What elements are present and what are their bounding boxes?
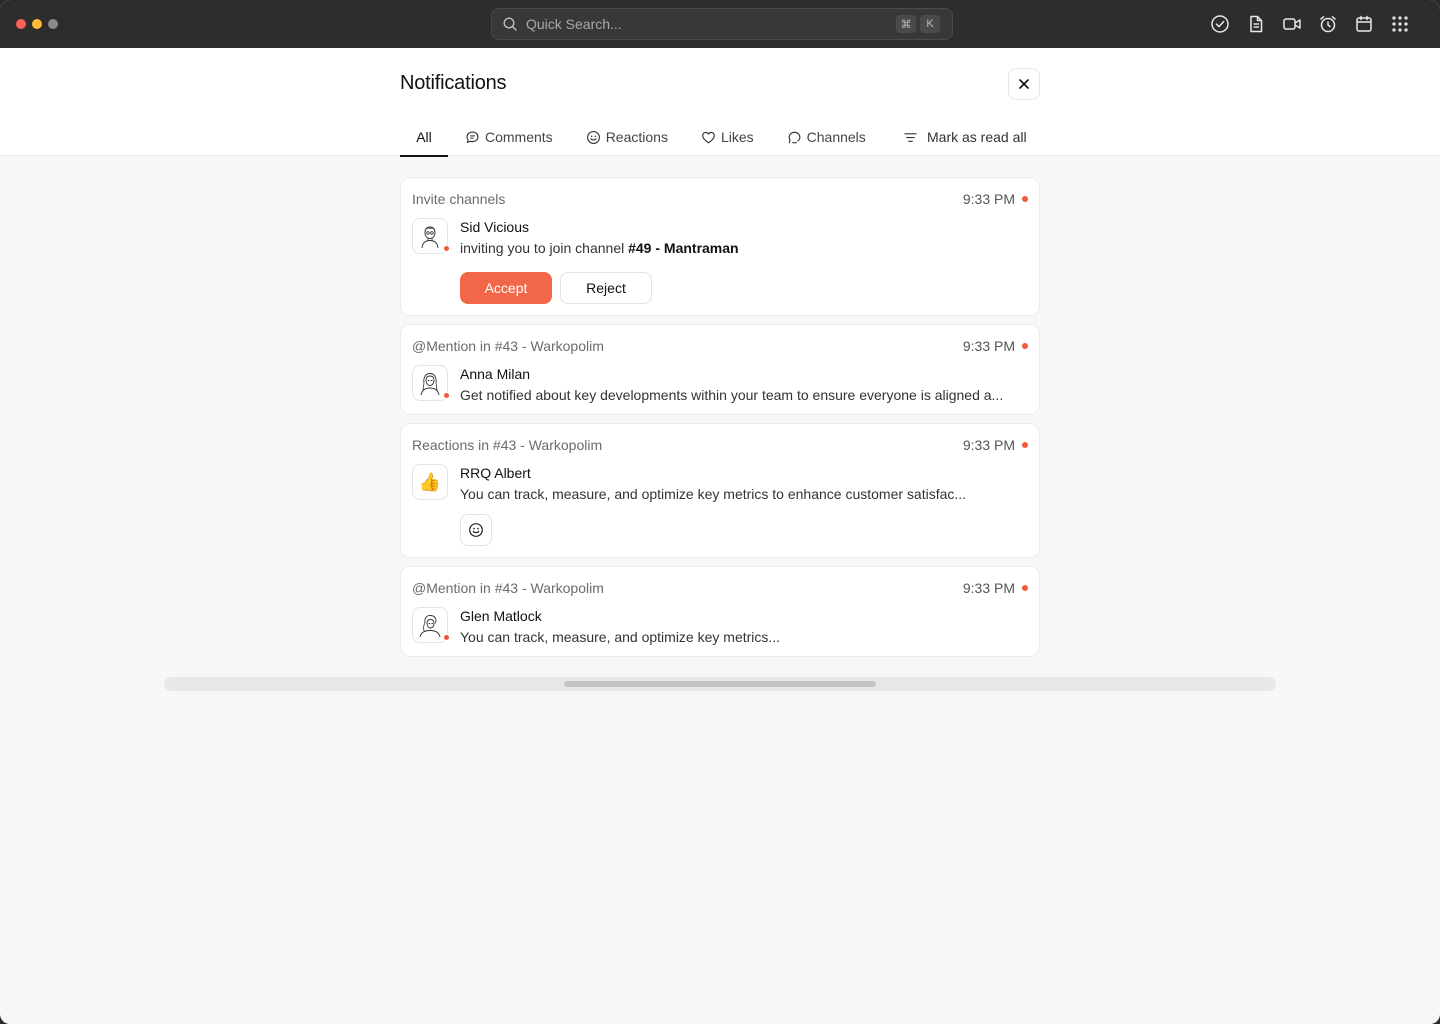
unread-dot bbox=[1022, 343, 1028, 349]
scrollbar-thumb[interactable] bbox=[564, 681, 876, 687]
meeting-button[interactable] bbox=[1280, 12, 1304, 36]
close-button[interactable] bbox=[1008, 68, 1040, 100]
check-circle-icon bbox=[1211, 15, 1229, 33]
minimize-window-button[interactable] bbox=[32, 19, 42, 29]
tab-label: Channels bbox=[806, 129, 866, 145]
notification-context: @Mention in #43 - Warkopolim bbox=[412, 580, 604, 596]
sender-name: Sid Vicious bbox=[460, 219, 530, 235]
time-wrap: 9:33 PM bbox=[963, 580, 1028, 596]
filter-lines-icon bbox=[904, 132, 917, 142]
document-icon bbox=[1250, 15, 1263, 33]
tab-all[interactable]: All bbox=[400, 118, 448, 157]
notification-card[interactable]: @Mention in #43 - Warkopolim 9:33 PM Gle… bbox=[400, 566, 1040, 657]
notification-card[interactable]: Invite channels 9:33 PM Sid Vicious invi… bbox=[400, 177, 1040, 316]
notification-time: 9:33 PM bbox=[962, 191, 1015, 207]
calendar-icon bbox=[1356, 15, 1372, 32]
horizontal-scrollbar[interactable] bbox=[164, 677, 1276, 691]
notification-card[interactable]: Reactions in #43 - Warkopolim 9:33 PM 👍 … bbox=[400, 423, 1040, 558]
tab-label: Likes bbox=[720, 129, 754, 145]
add-reaction-button[interactable] bbox=[460, 514, 492, 546]
avatar bbox=[412, 607, 450, 643]
search-icon bbox=[503, 17, 517, 31]
search-placeholder: Quick Search... bbox=[526, 16, 622, 32]
page-title: Notifications bbox=[400, 72, 507, 94]
notifications-header: Notifications All Comments Reactions Lik… bbox=[0, 48, 1440, 157]
unread-dot bbox=[1022, 196, 1028, 202]
window-controls bbox=[16, 19, 58, 29]
search-shortcut: ⌘ K bbox=[896, 15, 940, 33]
notification-context: Invite channels bbox=[412, 191, 506, 207]
time-wrap: 9:33 PM bbox=[963, 338, 1028, 354]
app-window: Quick Search... ⌘ K Notifications All Co… bbox=[0, 0, 1440, 1024]
card-header: Invite channels 9:33 PM bbox=[412, 190, 1028, 208]
online-status-dot bbox=[443, 634, 450, 641]
channel-icon bbox=[788, 131, 801, 143]
message-text: inviting you to join channel bbox=[460, 240, 629, 256]
channel-name[interactable]: #49 - Mantraman bbox=[628, 240, 738, 256]
smile-add-icon bbox=[469, 523, 483, 537]
sender-name: RRQ Albert bbox=[460, 465, 531, 481]
apps-grid-icon bbox=[1392, 16, 1408, 32]
k-key: K bbox=[920, 15, 940, 33]
card-header: @Mention in #43 - Warkopolim 9:33 PM bbox=[412, 337, 1028, 355]
reminders-button[interactable] bbox=[1316, 12, 1340, 36]
notification-context: Reactions in #43 - Warkopolim bbox=[412, 437, 603, 453]
sender-name: Anna Milan bbox=[460, 366, 531, 382]
notification-time: 9:33 PM bbox=[962, 437, 1015, 453]
comment-icon bbox=[466, 131, 479, 143]
person-illustration-icon bbox=[421, 226, 439, 249]
close-icon bbox=[1019, 79, 1029, 89]
tab-label: Comments bbox=[485, 129, 553, 145]
accept-button[interactable]: Accept bbox=[460, 272, 552, 304]
notification-tabs: All Comments Reactions Likes Channels bbox=[400, 118, 866, 157]
tab-reactions[interactable]: Reactions bbox=[586, 118, 668, 156]
quick-search-input[interactable]: Quick Search... ⌘ K bbox=[491, 8, 953, 40]
notification-time: 9:33 PM bbox=[962, 338, 1015, 354]
notification-context: @Mention in #43 - Warkopolim bbox=[412, 338, 604, 354]
thumbs-up-icon: 👍 bbox=[418, 471, 442, 492]
card-header: Reactions in #43 - Warkopolim 9:33 PM bbox=[412, 436, 1028, 454]
title-bar: Quick Search... ⌘ K bbox=[0, 0, 1440, 48]
tab-comments[interactable]: Comments bbox=[465, 118, 553, 156]
reaction-avatar: 👍 bbox=[412, 464, 448, 500]
video-icon bbox=[1283, 18, 1301, 30]
apps-button[interactable] bbox=[1388, 12, 1412, 36]
smile-icon bbox=[586, 130, 600, 144]
reject-button[interactable]: Reject bbox=[560, 272, 652, 304]
notification-message: You can track, measure, and optimize key… bbox=[460, 486, 967, 502]
sender-name: Glen Matlock bbox=[460, 608, 542, 624]
notification-message: You can track, measure, and optimize key… bbox=[460, 629, 781, 645]
tab-channels[interactable]: Channels bbox=[787, 118, 866, 156]
avatar bbox=[412, 365, 450, 401]
command-key: ⌘ bbox=[896, 15, 916, 33]
unread-dot bbox=[1022, 585, 1028, 591]
avatar bbox=[412, 218, 450, 254]
mark-all-read-label: Mark as read all bbox=[927, 129, 1027, 145]
docs-button[interactable] bbox=[1244, 12, 1268, 36]
alarm-icon bbox=[1320, 16, 1336, 33]
card-header: @Mention in #43 - Warkopolim 9:33 PM bbox=[412, 579, 1028, 597]
person-illustration-icon bbox=[419, 615, 441, 638]
mark-all-read-button[interactable]: Mark as read all bbox=[903, 118, 1027, 156]
online-status-dot bbox=[443, 245, 450, 252]
toolbar-icons bbox=[1208, 12, 1412, 36]
time-wrap: 9:33 PM bbox=[963, 191, 1028, 207]
time-wrap: 9:33 PM bbox=[963, 437, 1028, 453]
online-status-dot bbox=[443, 392, 450, 399]
notification-time: 9:33 PM bbox=[962, 580, 1015, 596]
unread-dot bbox=[1022, 442, 1028, 448]
heart-icon bbox=[702, 131, 715, 143]
tab-label: Reactions bbox=[605, 129, 668, 145]
zoom-window-button[interactable] bbox=[48, 19, 58, 29]
notification-message: inviting you to join channel #49 - Mantr… bbox=[460, 240, 739, 256]
person-illustration-icon bbox=[420, 373, 440, 396]
notification-card[interactable]: @Mention in #43 - Warkopolim 9:33 PM Ann… bbox=[400, 324, 1040, 415]
calendar-button[interactable] bbox=[1352, 12, 1376, 36]
close-window-button[interactable] bbox=[16, 19, 26, 29]
notification-message: Get notified about key developments with… bbox=[460, 387, 1004, 403]
tab-likes[interactable]: Likes bbox=[701, 118, 754, 156]
tasks-button[interactable] bbox=[1208, 12, 1232, 36]
tab-label: All bbox=[416, 129, 432, 145]
